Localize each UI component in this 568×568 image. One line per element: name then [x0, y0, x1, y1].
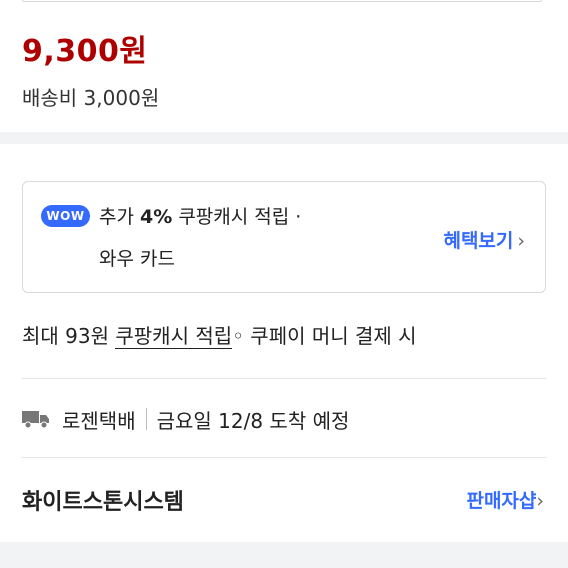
seller-name: 화이트스톤시스템 — [22, 490, 184, 515]
coupang-cash-link[interactable]: 쿠팡캐시 적립 — [115, 324, 233, 349]
delivery-method: 로젠택배 — [62, 408, 136, 433]
seller-row: 화이트스톤시스템 판매자샵› — [22, 484, 546, 515]
wow-benefit-card[interactable]: WOW 추가 4% 쿠팡캐시 적립 · 와우 카드 혜택보기 › — [22, 181, 546, 293]
view-benefits-link[interactable]: 혜택보기 › — [443, 226, 525, 253]
row-divider — [22, 378, 546, 379]
wow-percent: 4% — [140, 206, 173, 228]
wow-benefit-line1: 추가 4% 쿠팡캐시 적립 · — [99, 202, 301, 229]
chevron-right-icon: › — [536, 490, 544, 512]
cash-reward-prefix: 최대 93원 — [22, 324, 110, 348]
vertical-separator — [145, 408, 147, 430]
wow-benefit-line2: 와우 카드 — [99, 248, 175, 270]
product-price: 9,300원 — [22, 34, 148, 69]
delivery-info: 로젠택배 금요일 12/8 도착 예정 — [22, 404, 349, 434]
section-divider-bottom — [0, 542, 568, 568]
previous-card-edge — [22, 0, 542, 2]
cash-reward-suffix: ◦ 쿠페이 머니 결제 시 — [232, 324, 417, 348]
wow-prefix: 추가 — [99, 206, 134, 228]
seller-shop-label: 판매자샵 — [466, 490, 537, 512]
delivery-eta: 금요일 12/8 도착 예정 — [156, 408, 350, 433]
view-benefits-label: 혜택보기 — [443, 230, 514, 252]
seller-shop-link[interactable]: 판매자샵› — [466, 486, 544, 513]
row-divider — [22, 457, 546, 458]
shipping-fee: 배송비 3,000원 — [22, 86, 160, 110]
price-section: 9,300원 배송비 3,000원 — [0, 0, 568, 132]
truck-icon — [22, 411, 49, 429]
section-divider — [0, 132, 568, 144]
wow-suffix: 쿠팡캐시 적립 · — [178, 206, 302, 228]
cash-reward-info: 최대 93원 쿠팡캐시 적립◦ 쿠페이 머니 결제 시 — [22, 320, 417, 349]
wow-badge: WOW — [41, 205, 90, 227]
chevron-right-icon: › — [517, 230, 525, 252]
